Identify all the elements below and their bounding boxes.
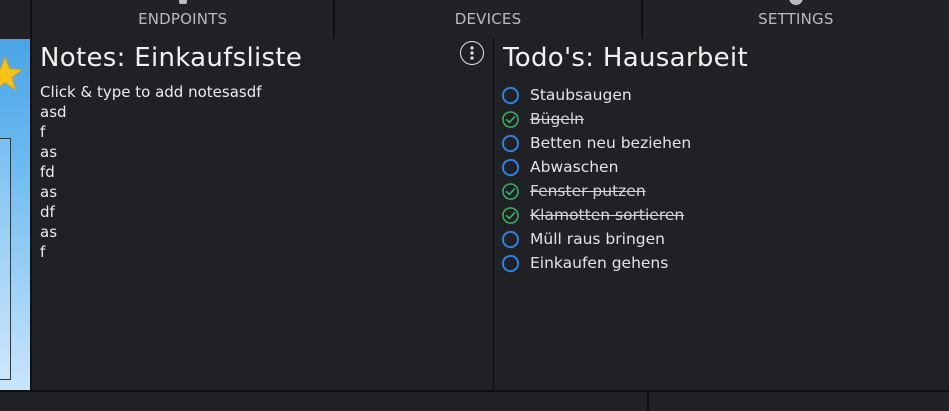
todo-item-label: Betten neu beziehen: [530, 134, 692, 152]
note-line: asd: [40, 103, 67, 121]
todo-item[interactable]: Betten neu beziehen: [501, 131, 691, 155]
notes-title: Notes: Einkaufsliste: [40, 43, 303, 73]
todo-item-label: Bügeln: [530, 110, 584, 128]
todo-item[interactable]: Bügeln: [501, 107, 691, 131]
tab-devices[interactable]: DEVICES: [335, 0, 643, 39]
todo-item[interactable]: Fenster putzen: [501, 179, 691, 203]
unchecked-circle-icon[interactable]: [501, 86, 520, 105]
bottom-bar-segment: [0, 392, 649, 411]
todo-panel: Todo's: Hausarbeit Staubsaugen Bügeln Bett…: [495, 39, 949, 390]
todo-list: Staubsaugen Bügeln Betten neu beziehen Abwa…: [501, 83, 691, 275]
todo-item[interactable]: Staubsaugen: [501, 83, 691, 107]
notes-text-area[interactable]: Click & type to add notesasdf asd f as f…: [40, 82, 262, 262]
unchecked-circle-icon[interactable]: [501, 158, 520, 177]
checked-circle-icon[interactable]: [501, 206, 520, 225]
note-line: as: [40, 143, 58, 161]
todo-item-label: Staubsaugen: [530, 86, 632, 104]
unchecked-circle-icon[interactable]: [501, 134, 520, 153]
todo-item-label: Einkaufen gehens: [530, 254, 669, 272]
bottom-bar: [0, 390, 949, 411]
todo-item[interactable]: Klamotten sortieren: [501, 203, 691, 227]
todo-item-label: Abwaschen: [530, 158, 619, 176]
notes-panel: Notes: Einkaufsliste Click & type to add…: [32, 39, 494, 390]
unchecked-circle-icon[interactable]: [501, 254, 520, 273]
more-options-button[interactable]: [460, 41, 484, 65]
todo-item[interactable]: Abwaschen: [501, 155, 691, 179]
tab-endpoints[interactable]: ENDPOINTS: [30, 0, 336, 39]
todo-title: Todo's: Hausarbeit: [503, 43, 748, 73]
checked-circle-icon[interactable]: [501, 110, 520, 129]
todo-item-label: Müll raus bringen: [530, 230, 665, 248]
checked-circle-icon[interactable]: [501, 182, 520, 201]
gear-icon: [783, 0, 809, 12]
todo-item[interactable]: Einkaufen gehens: [501, 251, 691, 275]
background-image-strip: [0, 39, 30, 390]
note-line: as: [40, 183, 58, 201]
tab-settings[interactable]: SETTINGS: [643, 0, 949, 39]
note-line: f: [40, 243, 46, 261]
note-line: df: [40, 203, 55, 221]
note-line: Click & type to add notesasdf: [40, 83, 262, 101]
todo-item-label: Klamotten sortieren: [530, 206, 685, 224]
note-line: fd: [40, 163, 55, 181]
star-icon: [0, 55, 24, 92]
todo-item-label: Fenster putzen: [530, 182, 646, 200]
top-nav-bar: ENDPOINTS DEVICES SETTINGS: [0, 0, 949, 40]
more-vertical-icon: [470, 46, 474, 60]
note-line: f: [40, 123, 46, 141]
image-frame: [0, 138, 11, 380]
tab-label: SETTINGS: [758, 10, 834, 28]
tab-label: DEVICES: [454, 10, 522, 28]
note-line: as: [40, 223, 58, 241]
unchecked-circle-icon[interactable]: [501, 230, 520, 249]
todo-item[interactable]: Müll raus bringen: [501, 227, 691, 251]
endpoints-icon: [176, 0, 190, 12]
tab-label: ENDPOINTS: [138, 10, 228, 28]
